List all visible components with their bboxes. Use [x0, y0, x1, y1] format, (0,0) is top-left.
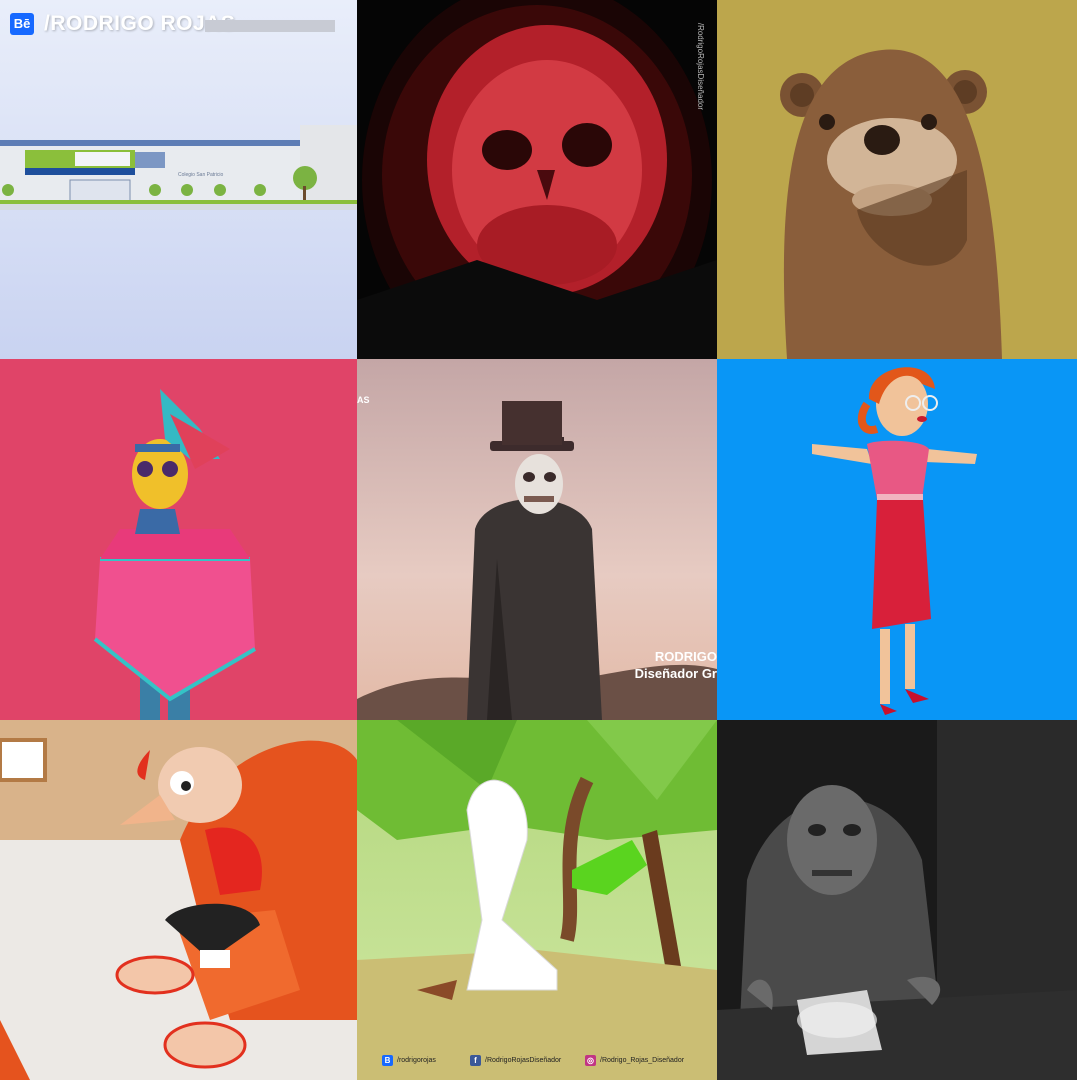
ghost-side-label: AS: [357, 395, 370, 405]
lowpoly-tree-scene-art: [357, 720, 717, 1080]
instagram-icon: ◎: [585, 1055, 596, 1066]
tile-lowpoly-tree-scene[interactable]: B /rodrigorojas f /RodrigoRojasDiseñador…: [357, 720, 717, 1080]
night-vision-figure-art: [717, 720, 1077, 1080]
tile-poncho-character[interactable]: [0, 359, 357, 720]
cartoon-bird-armchair-art: [0, 720, 357, 1080]
ghost-role-line: Diseñador Gr: [634, 666, 717, 681]
facebook-icon: f: [470, 1055, 481, 1066]
behance-icon: B: [382, 1055, 393, 1066]
red-creature-art: [357, 0, 717, 359]
tile-top-hat-ghost[interactable]: AS RODRIGO Diseñador Gr: [357, 359, 717, 720]
school-building-art: [0, 125, 357, 210]
footer-behance-label: /rodrigorojas: [397, 1057, 436, 1064]
clay-otter-art: [780, 49, 1002, 359]
footer-behance[interactable]: B /rodrigorojas: [382, 1055, 436, 1066]
tile-clay-otter[interactable]: [717, 0, 1077, 359]
tile-school-illustration[interactable]: Bē /RODRIGO ROJAS Colegio San Patricio: [0, 0, 357, 359]
portfolio-grid: Bē /RODRIGO ROJAS Colegio San Patricio /…: [0, 0, 1077, 1080]
redhead-woman-art: [812, 367, 977, 715]
footer-facebook-label: /RodrigoRojasDiseñador: [485, 1057, 562, 1064]
footer-instagram[interactable]: ◎ /Rodrigo_Rojas_Diseñador: [585, 1055, 684, 1066]
tile-cartoon-bird-armchair[interactable]: [0, 720, 357, 1080]
footer-facebook[interactable]: f /RodrigoRojasDiseñador: [470, 1055, 561, 1066]
vertical-social-handle: /RodrigoRojasDiseñador: [696, 22, 705, 110]
ghost-name-line: RODRIGO: [654, 649, 717, 664]
tile-red-creature[interactable]: /RodrigoRojasDiseñador: [357, 0, 717, 359]
tile-night-vision-figure[interactable]: [717, 720, 1077, 1080]
poncho-character-art: [93, 389, 257, 720]
footer-instagram-label: /Rodrigo_Rojas_Diseñador: [600, 1057, 685, 1064]
tile-redhead-woman[interactable]: [717, 359, 1077, 720]
school-sign: Colegio San Patricio: [178, 172, 224, 178]
